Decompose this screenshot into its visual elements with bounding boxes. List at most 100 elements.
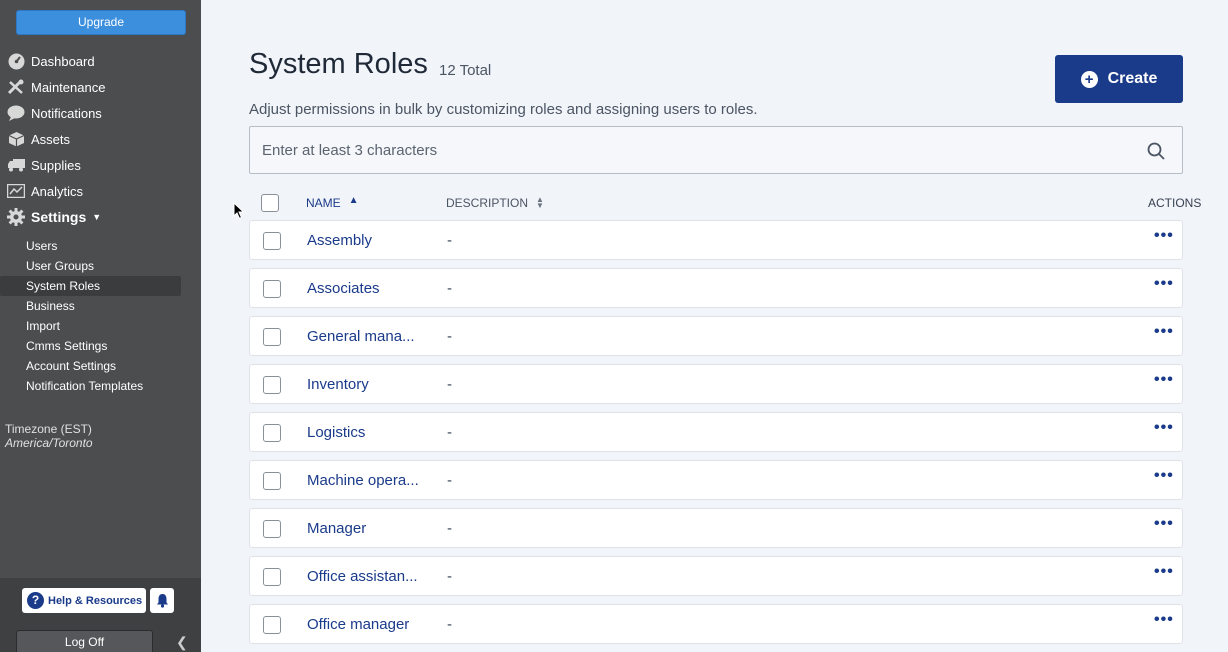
- table-header: NAME ▲ DESCRIPTION ▲ ▼ ACTIONS: [249, 190, 1209, 216]
- sidebar-item-maintenance[interactable]: Maintenance: [0, 74, 201, 100]
- subnav-item-account-settings[interactable]: Account Settings: [0, 356, 201, 376]
- select-all-checkbox[interactable]: [261, 194, 279, 212]
- create-button[interactable]: + Create: [1055, 55, 1183, 103]
- sort-ascending-icon: ▲: [348, 194, 359, 206]
- more-actions-icon[interactable]: •••: [1154, 563, 1174, 581]
- column-header-description[interactable]: DESCRIPTION ▲ ▼: [446, 196, 544, 211]
- sidebar-item-analytics[interactable]: Analytics: [0, 178, 201, 204]
- search-input[interactable]: [262, 139, 1122, 161]
- subnav-item-cmms-settings[interactable]: Cmms Settings: [0, 336, 201, 356]
- more-actions-icon[interactable]: •••: [1154, 611, 1174, 629]
- table-row[interactable]: Office assistan... - •••: [249, 556, 1183, 596]
- help-resources-button[interactable]: ? Help & Resources: [22, 588, 146, 613]
- truck-icon: [6, 157, 26, 173]
- more-actions-icon[interactable]: •••: [1154, 467, 1174, 485]
- upgrade-button[interactable]: Upgrade: [16, 10, 186, 35]
- table-row[interactable]: Inventory - •••: [249, 364, 1183, 404]
- role-description: -: [447, 328, 452, 345]
- role-name-link[interactable]: Inventory: [307, 376, 425, 393]
- subnav-item-users[interactable]: Users: [0, 236, 201, 256]
- row-checkbox[interactable]: [263, 568, 281, 586]
- roles-table-body: Assembly - ••• Associates - ••• General …: [249, 220, 1183, 652]
- help-label: Help & Resources: [48, 594, 143, 607]
- role-name-link[interactable]: Machine opera...: [307, 472, 425, 489]
- sidebar: Upgrade Dashboard Maintenance Notificati…: [0, 0, 201, 652]
- table-row[interactable]: Office manager - •••: [249, 604, 1183, 644]
- role-description: -: [447, 232, 452, 249]
- sidebar-item-label: Assets: [31, 131, 71, 147]
- subnav-item-user-groups[interactable]: User Groups: [0, 256, 201, 276]
- more-actions-icon[interactable]: •••: [1154, 323, 1174, 341]
- role-description: -: [447, 520, 452, 537]
- row-checkbox[interactable]: [263, 616, 281, 634]
- more-actions-icon[interactable]: •••: [1154, 515, 1174, 533]
- role-name-link[interactable]: Assembly: [307, 232, 425, 249]
- row-checkbox[interactable]: [263, 376, 281, 394]
- table-row[interactable]: General mana... - •••: [249, 316, 1183, 356]
- gear-icon: [6, 208, 26, 226]
- row-checkbox[interactable]: [263, 328, 281, 346]
- more-actions-icon[interactable]: •••: [1154, 419, 1174, 437]
- sidebar-item-label: Settings: [31, 209, 87, 225]
- box-icon: [6, 131, 26, 147]
- more-actions-icon[interactable]: •••: [1154, 227, 1174, 245]
- sidebar-item-label: Maintenance: [31, 79, 106, 95]
- chart-icon: [6, 183, 26, 199]
- more-actions-icon[interactable]: •••: [1154, 371, 1174, 389]
- row-checkbox[interactable]: [263, 520, 281, 538]
- table-row[interactable]: Assembly - •••: [249, 220, 1183, 260]
- plus-circle-icon: +: [1080, 70, 1098, 88]
- table-row[interactable]: Logistics - •••: [249, 412, 1183, 452]
- table-row[interactable]: Machine opera... - •••: [249, 460, 1183, 500]
- table-row[interactable]: Associates - •••: [249, 268, 1183, 308]
- role-name-link[interactable]: Office manager: [307, 616, 425, 633]
- role-description: -: [447, 280, 452, 297]
- row-checkbox[interactable]: [263, 280, 281, 298]
- sidebar-item-label: Dashboard: [31, 53, 95, 69]
- role-description: -: [447, 616, 452, 633]
- sidebar-item-label: Supplies: [31, 157, 81, 173]
- role-name-link[interactable]: Associates: [307, 280, 425, 297]
- subnav-item-import[interactable]: Import: [0, 316, 201, 336]
- sidebar-nav: Dashboard Maintenance Notifications Asse…: [0, 48, 201, 230]
- tools-icon: [6, 79, 26, 95]
- collapse-sidebar-icon[interactable]: ❮: [176, 634, 188, 651]
- page-subtitle: Adjust permissions in bulk by customizin…: [249, 101, 758, 118]
- table-row[interactable]: Manager - •••: [249, 508, 1183, 548]
- sidebar-item-assets[interactable]: Assets: [0, 126, 201, 152]
- timezone-info: Timezone (EST) America/Toronto: [5, 422, 93, 450]
- role-description: -: [447, 424, 452, 441]
- row-checkbox[interactable]: [263, 472, 281, 490]
- sidebar-item-label: Analytics: [31, 183, 84, 199]
- subnav-item-business[interactable]: Business: [0, 296, 201, 316]
- column-header-name[interactable]: NAME ▲: [306, 194, 359, 211]
- sidebar-item-notifications[interactable]: Notifications: [0, 100, 201, 126]
- timezone-label: Timezone (EST): [5, 422, 92, 436]
- sidebar-item-supplies[interactable]: Supplies: [0, 152, 201, 178]
- role-name-link[interactable]: Logistics: [307, 424, 425, 441]
- search-icon[interactable]: [1147, 142, 1165, 165]
- role-description: -: [447, 376, 452, 393]
- role-name-link[interactable]: Office assistan...: [307, 568, 425, 585]
- caret-down-icon: ▼: [92, 212, 102, 222]
- log-off-button[interactable]: Log Off: [16, 630, 153, 652]
- subnav-item-system-roles[interactable]: System Roles: [0, 276, 181, 296]
- sidebar-item-dashboard[interactable]: Dashboard: [0, 48, 201, 74]
- main-content: System Roles 12 Total Adjust permissions…: [201, 0, 1228, 652]
- role-description: -: [447, 568, 452, 585]
- role-name-link[interactable]: Manager: [307, 520, 425, 537]
- question-icon: ?: [27, 592, 44, 609]
- mouse-cursor-icon: [233, 201, 245, 225]
- create-label: Create: [1107, 70, 1158, 87]
- notifications-bell-button[interactable]: [150, 588, 174, 613]
- subnav-item-notification-templates[interactable]: Notification Templates: [0, 376, 201, 396]
- row-checkbox[interactable]: [263, 424, 281, 442]
- role-description: -: [447, 472, 452, 489]
- sidebar-item-settings[interactable]: Settings ▼: [0, 204, 201, 230]
- role-name-link[interactable]: General mana...: [307, 328, 425, 345]
- more-actions-icon[interactable]: •••: [1154, 275, 1174, 293]
- column-header-actions: ACTIONS: [1148, 196, 1202, 210]
- row-checkbox[interactable]: [263, 232, 281, 250]
- chat-bubble-icon: [6, 105, 26, 121]
- dashboard-icon: [6, 53, 26, 69]
